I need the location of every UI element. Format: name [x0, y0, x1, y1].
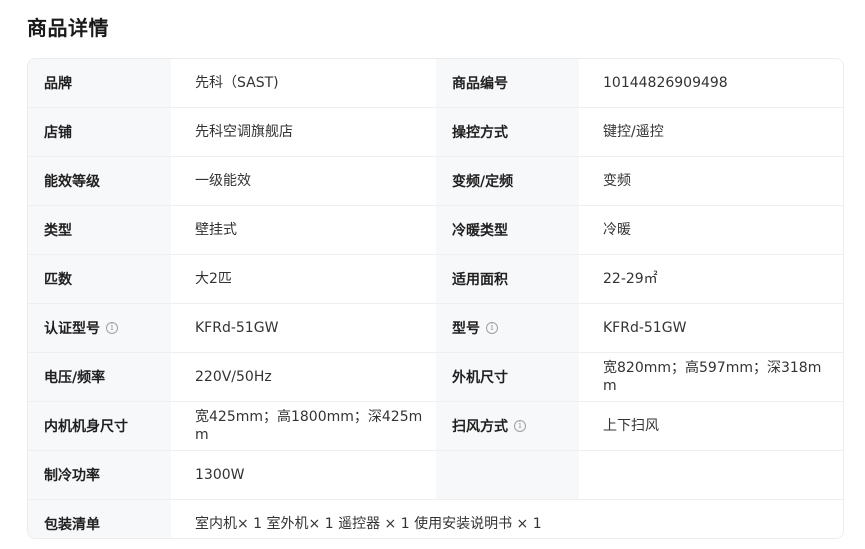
outdoor-size-value: 宽820mm；高597mm；深318mm	[579, 353, 843, 401]
control-label: 操控方式	[436, 108, 579, 156]
empty-label-cell	[436, 451, 579, 499]
energy-label: 能效等级	[28, 157, 171, 205]
empty-value-cell	[579, 451, 843, 499]
table-row: 类型 壁挂式 冷暖类型 冷暖	[28, 206, 843, 255]
hp-label: 匹数	[28, 255, 171, 303]
spec-table: 品牌 先科（SAST) 商品编号 10144826909498 店铺 先科空调旗…	[27, 58, 844, 539]
cooling-type-label: 冷暖类型	[436, 206, 579, 254]
freq-label: 变频/定频	[436, 157, 579, 205]
cooling-power-label: 制冷功率	[28, 451, 171, 499]
model-label: 型号	[452, 321, 480, 337]
voltage-value: 220V/50Hz	[171, 353, 436, 401]
table-row: 电压/频率 220V/50Hz 外机尺寸 宽820mm；高597mm；深318m…	[28, 353, 843, 402]
swing-label-cell: 扫风方式 i	[436, 402, 579, 450]
area-value: 22-29㎡	[579, 255, 843, 303]
outdoor-size-label: 外机尺寸	[436, 353, 579, 401]
table-row: 品牌 先科（SAST) 商品编号 10144826909498	[28, 59, 843, 108]
info-icon[interactable]: i	[106, 322, 118, 334]
brand-value: 先科（SAST)	[171, 59, 436, 107]
indoor-size-value: 宽425mm；高1800mm；深425mm	[171, 402, 436, 450]
cert-model-label-cell: 认证型号 i	[28, 304, 171, 352]
store-value: 先科空调旗舰店	[171, 108, 436, 156]
cooling-type-value: 冷暖	[579, 206, 843, 254]
brand-label: 品牌	[28, 59, 171, 107]
table-row: 内机机身尺寸 宽425mm；高1800mm；深425mm 扫风方式 i 上下扫风	[28, 402, 843, 451]
type-value: 壁挂式	[171, 206, 436, 254]
sku-value: 10144826909498	[579, 59, 843, 107]
table-row: 制冷功率 1300W	[28, 451, 843, 500]
info-icon[interactable]: i	[514, 420, 526, 432]
indoor-size-label: 内机机身尺寸	[28, 402, 171, 450]
cert-model-value: KFRd-51GW	[171, 304, 436, 352]
swing-label: 扫风方式	[452, 419, 508, 435]
table-row: 认证型号 i KFRd-51GW 型号 i KFRd-51GW	[28, 304, 843, 353]
swing-value: 上下扫风	[579, 402, 843, 450]
store-label: 店铺	[28, 108, 171, 156]
table-row: 店铺 先科空调旗舰店 操控方式 键控/遥控	[28, 108, 843, 157]
package-label: 包装清单	[28, 500, 171, 538]
model-value: KFRd-51GW	[579, 304, 843, 352]
area-label: 适用面积	[436, 255, 579, 303]
cert-model-label: 认证型号	[44, 321, 100, 337]
page-title: 商品详情	[27, 16, 109, 40]
control-value: 键控/遥控	[579, 108, 843, 156]
model-label-cell: 型号 i	[436, 304, 579, 352]
energy-value: 一级能效	[171, 157, 436, 205]
sku-label: 商品编号	[436, 59, 579, 107]
freq-value: 变频	[579, 157, 843, 205]
table-row: 匹数 大2匹 适用面积 22-29㎡	[28, 255, 843, 304]
table-row: 能效等级 一级能效 变频/定频 变频	[28, 157, 843, 206]
voltage-label: 电压/频率	[28, 353, 171, 401]
info-icon[interactable]: i	[486, 322, 498, 334]
package-value: 室内机× 1 室外机× 1 遥控器 × 1 使用安装说明书 × 1	[171, 500, 843, 538]
cooling-power-value: 1300W	[171, 451, 436, 499]
table-row: 包装清单 室内机× 1 室外机× 1 遥控器 × 1 使用安装说明书 × 1	[28, 500, 843, 538]
type-label: 类型	[28, 206, 171, 254]
hp-value: 大2匹	[171, 255, 436, 303]
